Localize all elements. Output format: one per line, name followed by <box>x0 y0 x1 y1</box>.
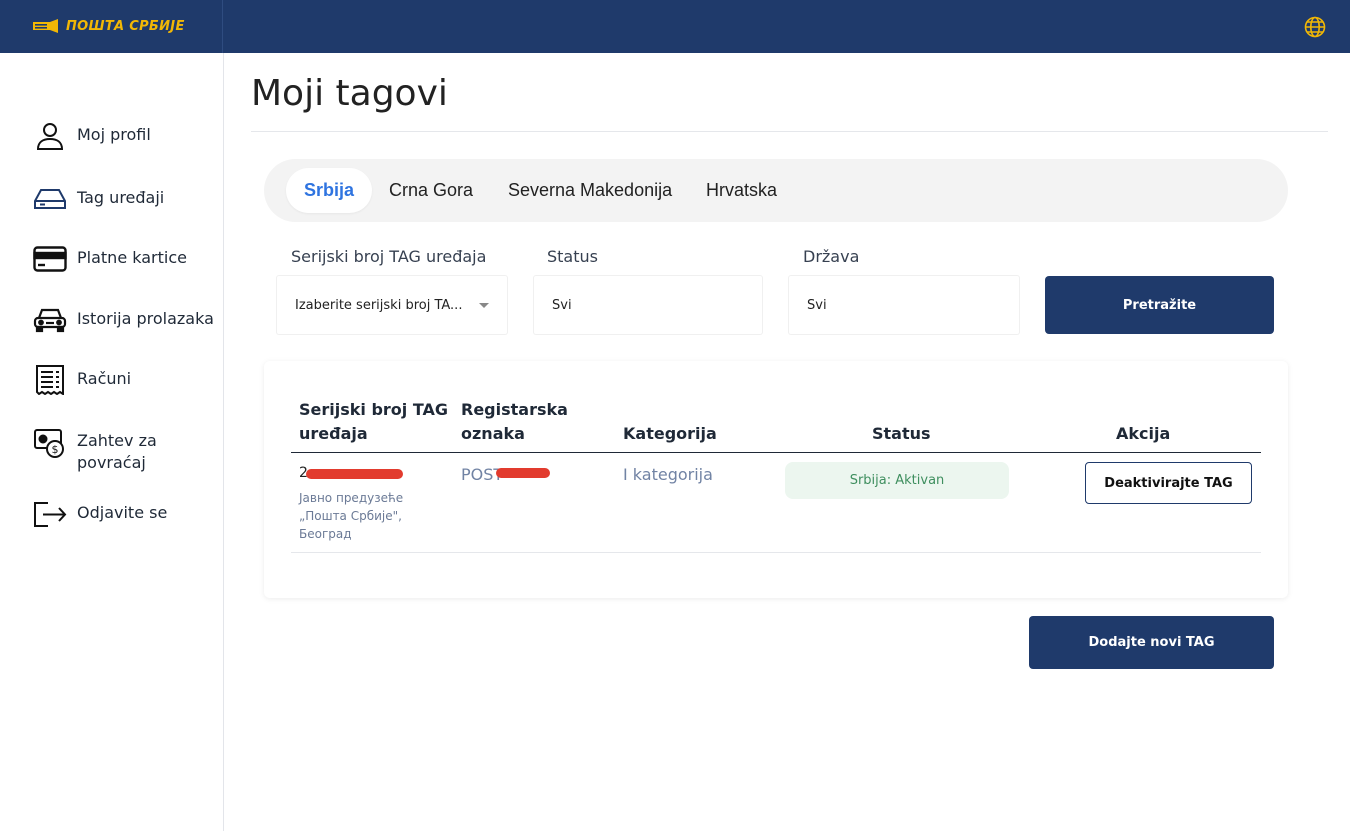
country-select-value: Svi <box>807 297 827 313</box>
main-content: Moji tagovi Srbija Crna Gora Severna Mak… <box>224 53 1350 831</box>
column-header-action: Akcija <box>1116 424 1171 443</box>
chevron-down-icon <box>479 303 489 308</box>
logo-text: ПОШТА СРБИЈЕ <box>66 18 185 34</box>
logo-zone: ПОШТА СРБИЈЕ <box>0 0 223 53</box>
column-header-serial: Serijski broj TAG uređaja <box>299 398 448 446</box>
status-select[interactable]: Svi <box>534 276 762 334</box>
search-button[interactable]: Pretražite <box>1045 276 1274 334</box>
column-header-serial-line1: Serijski broj TAG <box>299 400 449 419</box>
logo-horn-icon <box>33 19 58 33</box>
globe-icon[interactable] <box>1303 15 1327 39</box>
country-filter-label: Država <box>803 247 860 266</box>
tags-table: Serijski broj TAG uređaja Registarska oz… <box>264 361 1288 598</box>
sidebar-item-logout[interactable]: Odjavite se <box>33 499 167 529</box>
status-filter-label: Status <box>547 247 598 266</box>
logo[interactable]: ПОШТА СРБИЈЕ <box>32 18 185 34</box>
sidebar-item-history[interactable]: Istorija prolazaka <box>33 305 214 335</box>
issuer-line-3: Београд <box>299 527 352 541</box>
sidebar-item-label: Računi <box>77 369 132 388</box>
country-select[interactable]: Svi <box>789 276 1019 334</box>
user-icon <box>36 123 64 150</box>
sidebar-item-cards[interactable]: Platne kartice <box>33 244 187 274</box>
sidebar-item-invoices[interactable]: Računi <box>33 365 131 395</box>
column-header-plate-line2: oznaka <box>461 424 525 443</box>
serial-filter-label: Serijski broj TAG uređaja <box>291 247 487 266</box>
sidebar-item-label: Istorija prolazaka <box>77 309 214 328</box>
tab-hrvatska[interactable]: Hrvatska <box>688 168 795 213</box>
redacted-serial-number <box>306 469 403 479</box>
deactivate-tag-button[interactable]: Deaktivirajte TAG <box>1085 462 1252 504</box>
receipt-icon <box>36 365 64 395</box>
add-tag-button[interactable]: Dodajte novi TAG <box>1029 616 1274 669</box>
tab-srbija[interactable]: Srbija <box>286 168 373 213</box>
tab-severna-makedonija[interactable]: Severna Makedonija <box>490 168 690 213</box>
sidebar-item-profile[interactable]: Moj profil <box>33 121 151 151</box>
column-header-category: Kategorija <box>623 424 717 443</box>
sidebar-item-label: Odjavite se <box>77 503 168 522</box>
refund-icon: $ <box>34 429 64 458</box>
issuer-name: Јавно предузеће „Пошта Србије", Београд <box>299 489 403 543</box>
status-select-value: Svi <box>552 297 572 313</box>
column-header-plate: Registarska oznaka <box>461 398 568 446</box>
issuer-line-1: Јавно предузеће <box>299 491 404 505</box>
sidebar-item-tag-devices[interactable]: Tag uređaji <box>33 184 164 214</box>
credit-card-icon <box>33 246 67 272</box>
issuer-line-2: „Пошта Србије", <box>299 509 402 523</box>
tab-crna-gora[interactable]: Crna Gora <box>371 168 491 213</box>
tag-device-icon <box>34 189 66 209</box>
redacted-plate-number <box>496 468 550 478</box>
column-header-status: Status <box>872 424 931 443</box>
table-header-divider <box>291 452 1261 453</box>
sidebar-item-label: Platne kartice <box>77 248 187 267</box>
sidebar-item-label: Moj profil <box>77 125 151 144</box>
svg-text:$: $ <box>52 443 59 456</box>
top-bar: ПОШТА СРБИЈЕ <box>0 0 1350 53</box>
status-badge: Srbija: Aktivan <box>785 462 1009 499</box>
sidebar: Moj profil Tag uređaji Platne kartice Is… <box>0 53 224 831</box>
page-title: Moji tagovi <box>251 73 448 114</box>
column-header-plate-line1: Registarska <box>461 400 568 419</box>
country-tabs: Srbija Crna Gora Severna Makedonija Hrva… <box>264 159 1288 222</box>
title-divider <box>251 131 1328 132</box>
sidebar-item-label: Zahtev za povraćaj <box>77 431 157 472</box>
car-icon <box>33 308 67 333</box>
logout-icon <box>34 502 67 527</box>
serial-select-value: Izaberite serijski broj TA... <box>295 297 463 313</box>
sidebar-item-label: Tag uređaji <box>77 188 165 207</box>
table-row-divider <box>291 552 1261 553</box>
sidebar-item-refund[interactable]: $ Zahtev za povraćaj <box>33 427 177 474</box>
column-header-serial-line2: uređaja <box>299 424 368 443</box>
serial-select[interactable]: Izaberite serijski broj TA... <box>277 276 507 334</box>
category-value: I kategorija <box>623 465 713 484</box>
